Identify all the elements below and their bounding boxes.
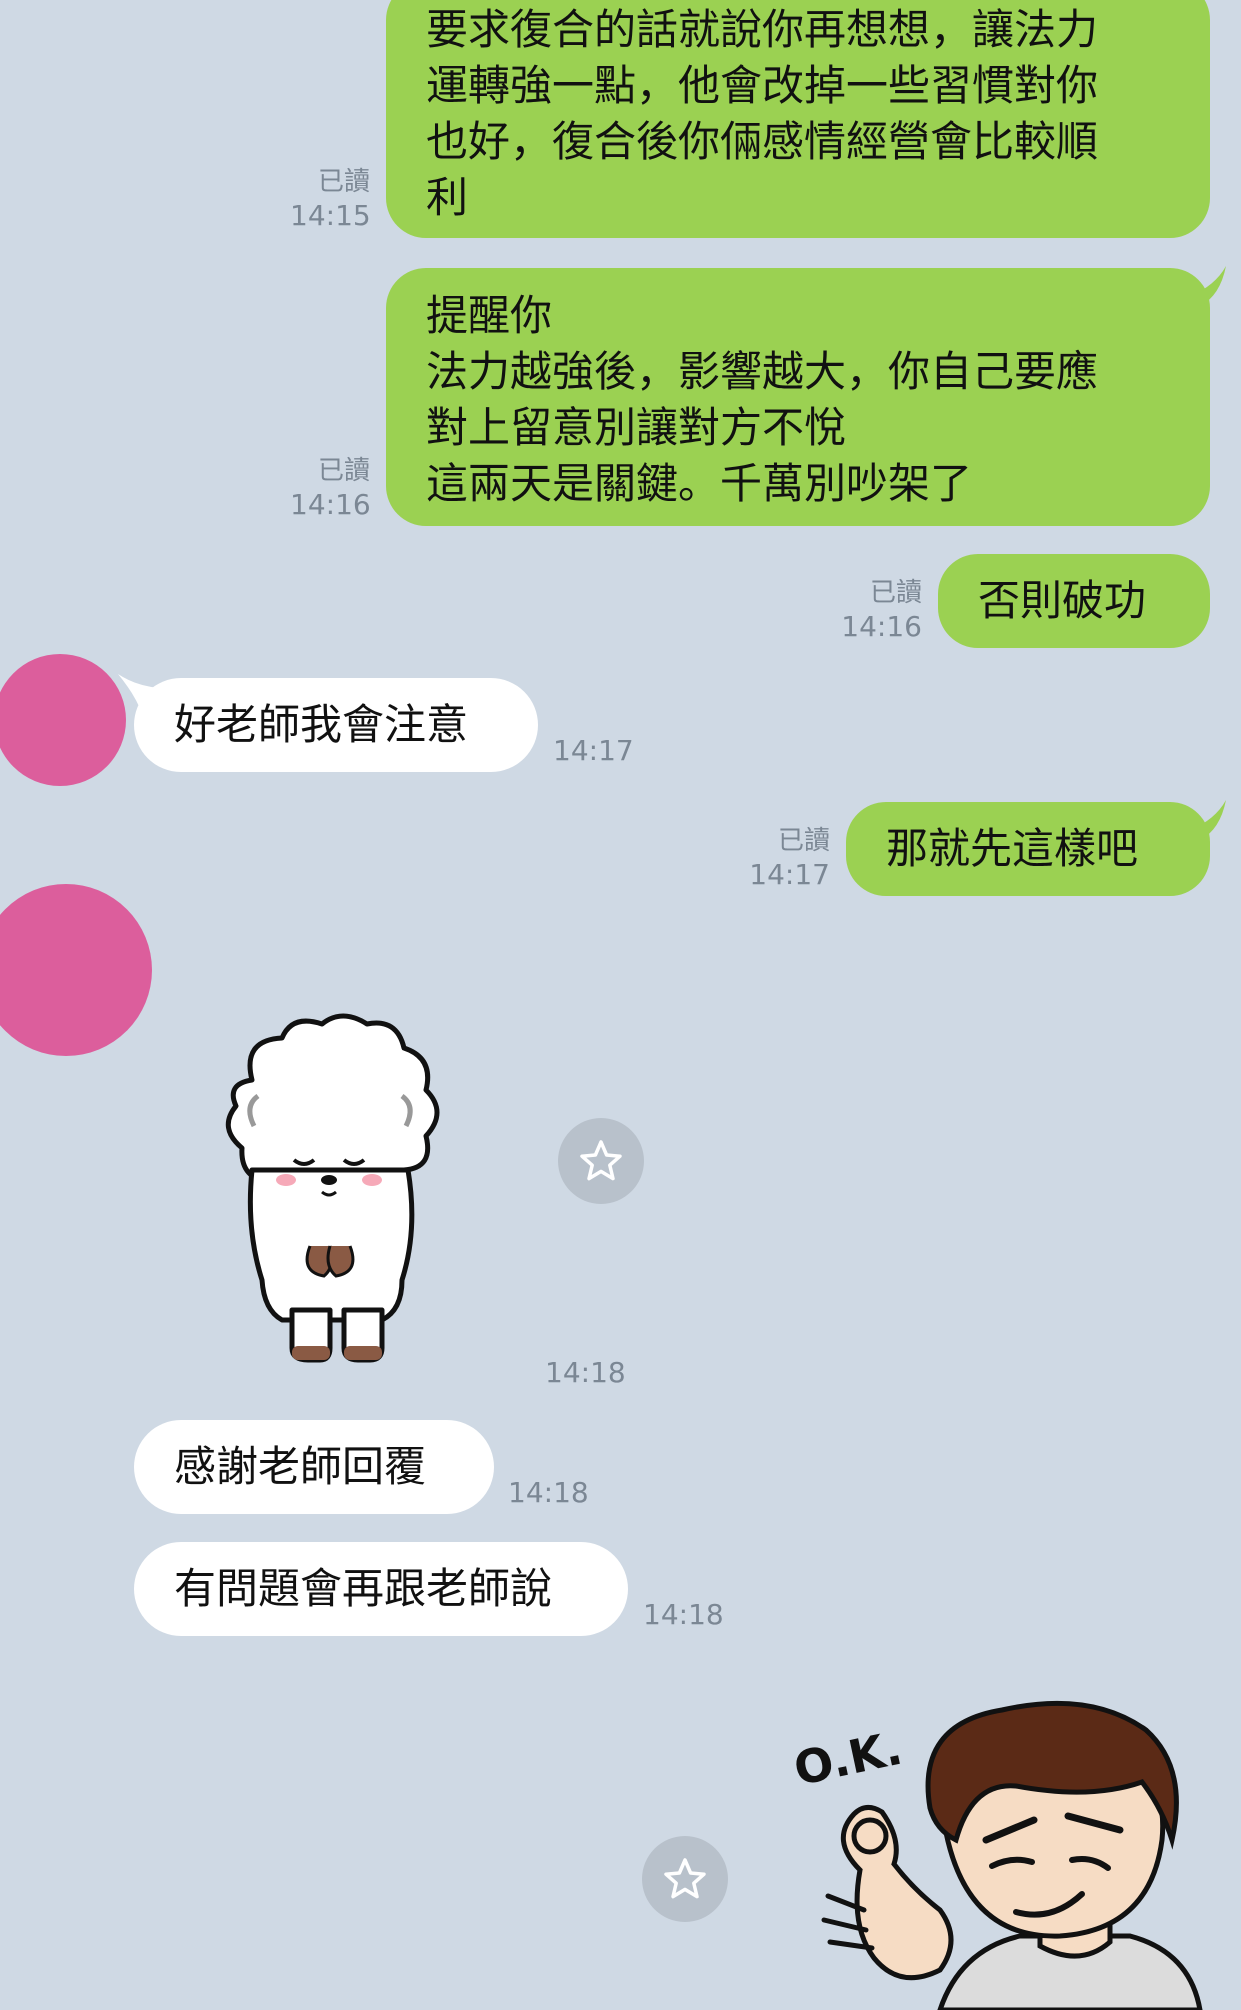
sticker-text: O.K. xyxy=(790,1721,907,1796)
contact-avatar[interactable] xyxy=(0,654,126,786)
bubble-tail xyxy=(1190,800,1226,840)
favorite-sticker-button[interactable] xyxy=(642,1836,728,1922)
message-time: 14:15 xyxy=(290,199,371,232)
message-text: 感謝老師回覆 xyxy=(174,1442,427,1491)
white-sheep-bowing-sticker[interactable] xyxy=(212,1010,452,1370)
read-receipt: 已讀 xyxy=(317,167,370,197)
outgoing-message-bubble[interactable]: 要求復合的話就說你再想想，讓法力 運轉強一點，他會改掉一些習慣對你 也好，復合後… xyxy=(386,0,1210,238)
incoming-message-bubble[interactable]: 有問題會再跟老師說 xyxy=(134,1542,628,1636)
read-receipt: 已讀 xyxy=(317,456,370,486)
read-receipt: 已讀 xyxy=(777,826,830,856)
message-time: 14:16 xyxy=(841,610,922,643)
outgoing-message-bubble[interactable]: 提醒你 法力越強後，影響越大，你自己要應 對上留意別讓對方不悅 這兩天是關鍵。千… xyxy=(386,268,1210,526)
message-text: 好老師我會注意 xyxy=(174,700,469,749)
favorite-sticker-button[interactable] xyxy=(558,1118,644,1204)
bubble-tail xyxy=(1190,266,1226,306)
star-icon xyxy=(664,1858,706,1899)
message-time: 14:18 xyxy=(508,1476,589,1509)
incoming-message-bubble[interactable]: 感謝老師回覆 xyxy=(134,1420,494,1514)
outgoing-message-bubble[interactable]: 否則破功 xyxy=(938,554,1210,648)
message-text: 否則破功 xyxy=(978,576,1147,625)
message-text: 有問題會再跟老師說 xyxy=(174,1564,553,1613)
message-time: 14:17 xyxy=(749,858,830,891)
outgoing-message-bubble[interactable]: 那就先這樣吧 xyxy=(846,802,1210,896)
read-receipt: 已讀 xyxy=(869,578,922,608)
ok-gesture-boy-sticker[interactable]: O.K. xyxy=(790,1690,1220,2010)
message-time: 14:17 xyxy=(553,734,634,767)
contact-avatar[interactable] xyxy=(0,884,152,1056)
star-icon xyxy=(580,1140,622,1181)
message-text: 要求復合的話就說你再想想，讓法力 運轉強一點，他會改掉一些習慣對你 也好，復合後… xyxy=(426,5,1099,222)
message-text: 提醒你 法力越強後，影響越大，你自己要應 對上留意別讓對方不悅 這兩天是關鍵。千… xyxy=(426,291,1099,508)
incoming-message-bubble[interactable]: 好老師我會注意 xyxy=(134,678,538,772)
message-time: 14:16 xyxy=(290,488,371,521)
message-time: 14:18 xyxy=(643,1598,724,1631)
message-time: 14:18 xyxy=(545,1356,626,1389)
message-text: 那就先這樣吧 xyxy=(886,824,1139,873)
